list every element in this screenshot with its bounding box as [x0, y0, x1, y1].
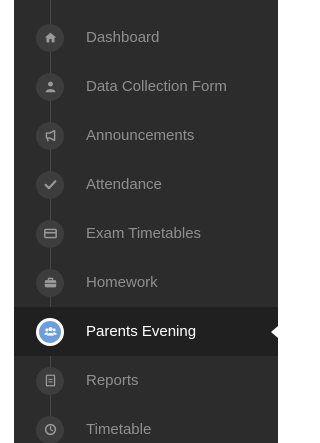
check-icon — [36, 170, 64, 199]
card-icon — [36, 219, 64, 248]
megaphone-icon — [36, 121, 64, 150]
sidebar-item-label: Homework — [86, 274, 158, 291]
sidebar-item-label: Attendance — [86, 176, 162, 193]
sidebar-item-dashboard[interactable]: Dashboard — [14, 13, 278, 62]
sidebar-item-exam-timetables[interactable]: Exam Timetables — [14, 209, 278, 258]
briefcase-icon — [36, 268, 64, 297]
active-pointer-icon — [271, 325, 278, 338]
sidebar-item-label: Parents Evening — [86, 323, 197, 340]
sidebar-item-announcements[interactable]: Announcements — [14, 111, 278, 160]
document-icon — [36, 366, 64, 395]
clock-icon — [36, 415, 64, 443]
sidebar-item-label: Timetable — [86, 421, 152, 438]
sidebar: Dashboard Data Collection Form Announcem… — [14, 0, 278, 443]
sidebar-item-attendance[interactable]: Attendance — [14, 160, 278, 209]
home-icon — [36, 23, 64, 52]
sidebar-item-homework[interactable]: Homework — [14, 258, 278, 307]
user-icon — [36, 72, 64, 101]
sidebar-item-data-collection-form[interactable]: Data Collection Form — [14, 62, 278, 111]
sidebar-item-label: Data Collection Form — [86, 78, 227, 95]
sidebar-nav: Dashboard Data Collection Form Announcem… — [14, 13, 278, 443]
users-icon — [36, 317, 64, 346]
sidebar-item-timetable[interactable]: Timetable — [14, 405, 278, 443]
sidebar-item-label: Announcements — [86, 127, 195, 144]
sidebar-item-label: Exam Timetables — [86, 225, 202, 242]
sidebar-item-parents-evening[interactable]: Parents Evening — [14, 307, 278, 356]
sidebar-item-label: Reports — [86, 372, 139, 389]
sidebar-item-reports[interactable]: Reports — [14, 356, 278, 405]
sidebar-item-label: Dashboard — [86, 29, 160, 46]
